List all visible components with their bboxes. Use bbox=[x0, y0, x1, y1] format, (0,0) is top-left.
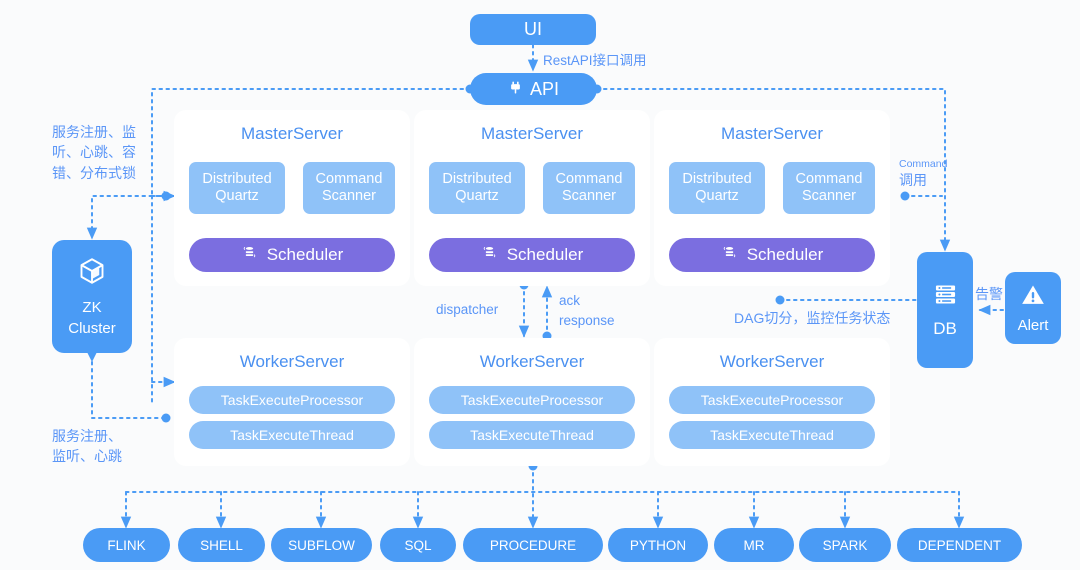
master-server-panel-1: MasterServer Distributed Quartz Command … bbox=[174, 110, 410, 286]
command-scanner-box[interactable]: Command Scanner bbox=[303, 162, 395, 214]
task-type-sql[interactable]: SQL bbox=[380, 528, 456, 562]
edge-label-ack-response: ack response bbox=[559, 293, 615, 328]
task-type-flink[interactable]: FLINK bbox=[83, 528, 170, 562]
edge-label-alarm: 告警 bbox=[975, 286, 1003, 302]
api-node[interactable]: API bbox=[470, 73, 597, 105]
task-execute-processor-box[interactable]: TaskExecuteProcessor bbox=[669, 386, 875, 414]
edge-label-dag: DAG切分，监控任务状态 bbox=[734, 310, 891, 326]
task-execute-thread-box[interactable]: TaskExecuteThread bbox=[429, 421, 635, 449]
task-execute-thread-box[interactable]: TaskExecuteThread bbox=[189, 421, 395, 449]
task-type-shell[interactable]: SHELL bbox=[178, 528, 265, 562]
worker-server-title: WorkerServer bbox=[479, 352, 585, 371]
edge-label-restapi: RestAPI接口调用 bbox=[543, 53, 647, 68]
worker-server-panel-3: WorkerServer TaskExecuteProcessor TaskEx… bbox=[654, 338, 890, 466]
task-execute-thread-box[interactable]: TaskExecuteThread bbox=[669, 421, 875, 449]
distributed-quartz-box[interactable]: Distributed Quartz bbox=[429, 162, 525, 214]
stack-icon bbox=[721, 244, 738, 266]
task-type-subflow[interactable]: SUBFLOW bbox=[271, 528, 372, 562]
master-server-title: MasterServer bbox=[720, 124, 824, 143]
distributed-quartz-box[interactable]: Distributed Quartz bbox=[189, 162, 285, 214]
worker-server-panel-1: WorkerServer TaskExecuteProcessor TaskEx… bbox=[174, 338, 410, 466]
task-execute-processor-box[interactable]: TaskExecuteProcessor bbox=[189, 386, 395, 414]
edge-label-zk-bottom: 服务注册、 监听、心跳 bbox=[52, 428, 122, 465]
alert-label: Alert bbox=[1017, 316, 1049, 334]
task-type-spark[interactable]: SPARK bbox=[799, 528, 891, 562]
stack-icon bbox=[241, 244, 258, 266]
scheduler-label: Scheduler bbox=[266, 245, 344, 264]
task-type-python[interactable]: PYTHON bbox=[608, 528, 708, 562]
stack-icon bbox=[481, 244, 498, 266]
warning-triangle-icon bbox=[1020, 282, 1046, 312]
cube-icon bbox=[77, 256, 107, 290]
api-label: API bbox=[529, 78, 559, 99]
master-server-panel-2: MasterServer Distributed Quartz Command … bbox=[414, 110, 650, 286]
database-rack-icon bbox=[932, 281, 959, 313]
command-scanner-box[interactable]: Command Scanner bbox=[783, 162, 875, 214]
db-label: DB bbox=[933, 319, 957, 338]
task-type-mr[interactable]: MR bbox=[714, 528, 794, 562]
task-execute-processor-box[interactable]: TaskExecuteProcessor bbox=[429, 386, 635, 414]
zk-line1: ZK bbox=[82, 299, 102, 317]
scheduler-box[interactable]: Scheduler bbox=[429, 238, 635, 272]
worker-server-title: WorkerServer bbox=[239, 352, 345, 371]
edge-label-dispatcher: dispatcher bbox=[436, 302, 499, 317]
scheduler-label: Scheduler bbox=[506, 245, 584, 264]
plug-icon bbox=[508, 79, 523, 100]
architecture-diagram: UI API ZK Cluster DB Alert MasterServer … bbox=[0, 0, 1080, 570]
db-node[interactable]: DB bbox=[917, 252, 973, 368]
distributed-quartz-box[interactable]: Distributed Quartz bbox=[669, 162, 765, 214]
edge-label-zk-top: 服务注册、监 听、心跳、容 错、分布式锁 bbox=[52, 124, 136, 181]
worker-server-title: WorkerServer bbox=[719, 352, 825, 371]
edge-label-command-cn: 调用 bbox=[899, 172, 927, 188]
alert-node[interactable]: Alert bbox=[1005, 272, 1061, 344]
master-server-title: MasterServer bbox=[480, 124, 584, 143]
task-type-dependent[interactable]: DEPENDENT bbox=[897, 528, 1022, 562]
zk-line2: Cluster bbox=[68, 319, 116, 337]
task-type-procedure[interactable]: PROCEDURE bbox=[463, 528, 603, 562]
command-scanner-box[interactable]: Command Scanner bbox=[543, 162, 635, 214]
worker-server-panel-2: WorkerServer TaskExecuteProcessor TaskEx… bbox=[414, 338, 650, 466]
zk-cluster-node[interactable]: ZK Cluster bbox=[52, 240, 132, 353]
scheduler-box[interactable]: Scheduler bbox=[189, 238, 395, 272]
ui-node[interactable]: UI bbox=[470, 14, 596, 45]
scheduler-label: Scheduler bbox=[746, 245, 824, 264]
master-server-panel-3: MasterServer Distributed Quartz Command … bbox=[654, 110, 890, 286]
master-server-title: MasterServer bbox=[240, 124, 344, 143]
scheduler-box[interactable]: Scheduler bbox=[669, 238, 875, 272]
ui-label: UI bbox=[524, 19, 542, 40]
